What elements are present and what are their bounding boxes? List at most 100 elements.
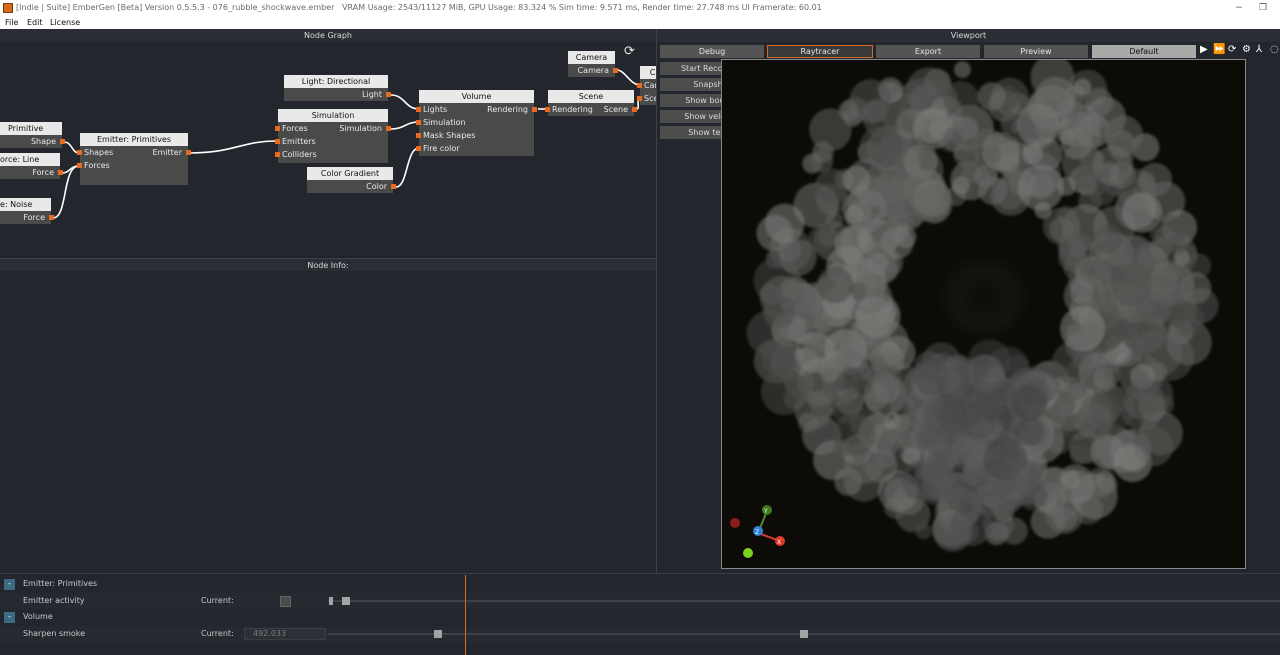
smoke-render-image: Y Z X	[730, 60, 1219, 558]
group-label: Volume	[23, 612, 53, 621]
output-port[interactable]	[391, 184, 396, 189]
keyframe[interactable]	[329, 597, 333, 605]
node-graph-header: Node Graph	[0, 29, 656, 42]
timeline-playhead[interactable]	[465, 575, 466, 655]
node-title: Light: Directional	[284, 75, 388, 88]
output-port[interactable]	[632, 107, 637, 112]
node-volume[interactable]: Volume Lights Rendering Simulation Mask S…	[416, 90, 537, 156]
input-fire-color: Fire color	[423, 144, 460, 153]
input-simulation: Simulation	[423, 118, 466, 127]
input-port[interactable]	[416, 107, 421, 112]
input-port[interactable]	[77, 163, 82, 168]
input-port[interactable]	[637, 96, 642, 101]
output-camera: Camera	[577, 66, 609, 75]
menu-edit[interactable]: Edit	[27, 16, 43, 29]
input-port[interactable]	[77, 150, 82, 155]
timeline-track[interactable]	[328, 600, 1280, 602]
node-title: orce: Line	[0, 153, 60, 166]
node-title: Scene	[548, 90, 634, 103]
restore-button[interactable]: ❐	[1256, 0, 1270, 16]
output-force: Force	[23, 213, 45, 222]
menu-file[interactable]: File	[5, 16, 18, 29]
output-port[interactable]	[58, 170, 63, 175]
output-port[interactable]	[532, 107, 537, 112]
output-port[interactable]	[186, 150, 191, 155]
menu-license[interactable]: License	[50, 16, 80, 29]
tab-export[interactable]: Export	[876, 45, 980, 58]
node-title: Camera	[568, 51, 615, 64]
title-bar: [Indie | Suite] EmberGen [Beta] Version …	[0, 0, 1280, 16]
restart-icon[interactable]: ⟳	[1228, 44, 1236, 55]
input-port[interactable]	[275, 152, 280, 157]
node-title: Primitive	[0, 122, 62, 135]
node-color-gradient[interactable]: Color Gradient Color	[307, 167, 396, 193]
refresh-icon[interactable]: ⟳	[624, 44, 635, 59]
orbit-icon[interactable]: ◌	[1270, 44, 1279, 55]
collapse-button[interactable]: -	[4, 579, 15, 590]
node-title: Ca	[640, 66, 656, 79]
group-label: Emitter: Primitives	[23, 579, 98, 588]
minimize-button[interactable]: −	[1232, 0, 1246, 16]
svg-text:Y: Y	[763, 508, 768, 515]
keyframe[interactable]	[434, 630, 442, 638]
keyframe[interactable]	[342, 597, 350, 605]
node-camera[interactable]: Camera Camera	[568, 51, 618, 77]
output-light: Light	[362, 90, 382, 99]
input-port[interactable]	[416, 146, 421, 151]
sharpen-smoke-value-field[interactable]: 492.033	[244, 628, 326, 640]
input-port[interactable]	[637, 83, 642, 88]
tab-preview[interactable]: Preview	[984, 45, 1088, 58]
viewport-panel[interactable]: Debug Raytracer Export Preview Default ▶…	[657, 42, 1280, 573]
node-title: Simulation	[278, 109, 388, 122]
timeline-group-emitter: - Emitter: Primitives	[0, 576, 1280, 592]
preset-default-dropdown[interactable]: Default	[1092, 45, 1196, 58]
tab-raytracer[interactable]: Raytracer	[767, 45, 873, 58]
gear-icon[interactable]: ⚙	[1242, 44, 1251, 55]
axes-icon[interactable]: ⅄	[1256, 44, 1262, 55]
viewport-header: Viewport	[657, 29, 1280, 42]
node-force-line[interactable]: orce: Line Force	[0, 153, 63, 179]
emitter-activity-checkbox[interactable]	[280, 596, 291, 607]
param-label: Emitter activity	[23, 596, 85, 605]
node-graph-canvas[interactable]: ⟳ Primitive Shape orce: Line Force e: No…	[0, 42, 656, 256]
timeline-panel[interactable]: - Emitter: Primitives Emitter activity C…	[0, 573, 1280, 655]
output-port[interactable]	[60, 139, 65, 144]
output-color: Color	[366, 182, 387, 191]
input-mask-shapes: Mask Shapes	[423, 131, 476, 140]
node-force-noise[interactable]: e: Noise Force	[0, 198, 54, 224]
input-port[interactable]	[275, 139, 280, 144]
node-scene[interactable]: Scene Rendering Scene	[545, 90, 637, 116]
current-label: Current:	[201, 629, 234, 638]
output-port[interactable]	[49, 215, 54, 220]
output-simulation: Simulation	[339, 124, 382, 133]
keyframe[interactable]	[800, 630, 808, 638]
render-view[interactable]: Y Z X	[721, 59, 1246, 569]
menu-bar: File Edit License	[0, 16, 1280, 29]
tab-debug[interactable]: Debug	[660, 45, 764, 58]
window-title: [Indie | Suite] EmberGen [Beta] Version …	[16, 3, 822, 12]
current-label: Current:	[201, 596, 234, 605]
play-icon[interactable]: ▶	[1200, 44, 1208, 55]
axis-gizmo[interactable]: Y Z X	[730, 505, 785, 558]
output-scene: Scene	[603, 105, 628, 114]
input-port[interactable]	[275, 126, 280, 131]
fast-forward-icon[interactable]: ⏩	[1213, 44, 1225, 55]
output-port[interactable]	[386, 126, 391, 131]
input-port[interactable]	[416, 133, 421, 138]
input-port[interactable]	[416, 120, 421, 125]
node-info-header: Node Info:	[0, 258, 656, 271]
node-simulation[interactable]: Simulation Forces Simulation Emitters Col…	[275, 109, 391, 163]
output-port[interactable]	[386, 92, 391, 97]
stats-readout: VRAM Usage: 2543/11127 MiB, GPU Usage: 8…	[342, 3, 822, 12]
svg-text:Z: Z	[755, 529, 759, 536]
node-primitive[interactable]: Primitive Shape	[0, 122, 65, 148]
input-port[interactable]	[545, 107, 550, 112]
collapse-button[interactable]: -	[4, 612, 15, 623]
timeline-param-emitter-activity: Emitter activity Current:	[0, 593, 1280, 609]
node-light-directional[interactable]: Light: Directional Light	[284, 75, 391, 101]
input-lights: Lights	[423, 105, 448, 114]
node-emitter-primitives[interactable]: Emitter: Primitives Shapes Emitter Forces	[77, 133, 191, 185]
output-port[interactable]	[613, 68, 618, 73]
node-camera-output[interactable]: Ca Cam Sce	[637, 66, 656, 105]
input-forces: Forces	[84, 161, 110, 170]
